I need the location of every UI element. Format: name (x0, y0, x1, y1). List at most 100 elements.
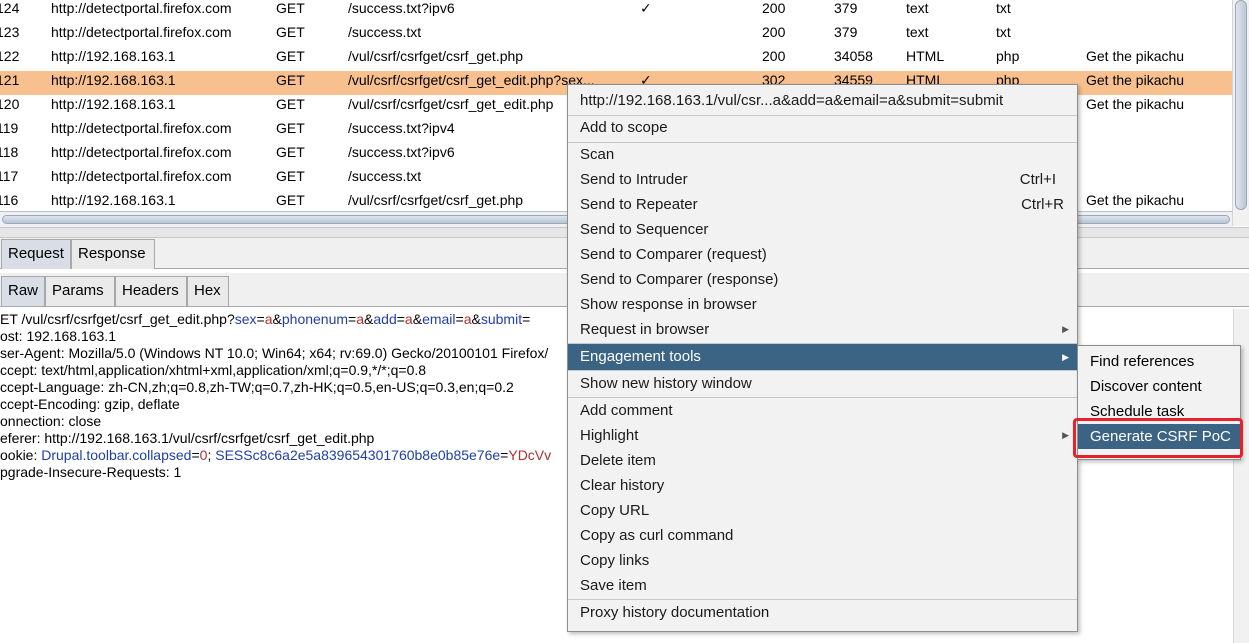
row-url: /vul/csrf/csrfget/csrf_get.php (348, 48, 524, 64)
menu-item-add-comment[interactable]: Add comment (568, 398, 1077, 423)
row-number: 123 (0, 24, 20, 40)
row-method: GET (276, 168, 305, 184)
menu-item-url: http://192.168.163.1/vul/csr...a&add=a&e… (568, 88, 1077, 113)
menu-item-copy-as-curl[interactable]: Copy as curl command (568, 523, 1077, 548)
vertical-scrollbar-thumb[interactable] (1235, 0, 1247, 210)
menu-item-delete-item[interactable]: Delete item (568, 448, 1077, 473)
row-method: GET (276, 48, 305, 64)
submenu-arrow-icon: ▶ (1062, 430, 1069, 440)
row-url: /vul/csrf/csrfget/csrf_get_edit.php (348, 96, 554, 112)
menu-item-label: Engagement tools (580, 348, 701, 365)
menu-item-save-item[interactable]: Save item (568, 573, 1077, 598)
menu-item-send-to-comparer-request[interactable]: Send to Comparer (request) (568, 242, 1077, 267)
menu-item-send-to-intruder[interactable]: Send to Intruder Ctrl+I (568, 167, 1077, 192)
menu-item-label: Request in browser (580, 321, 710, 338)
param-separator: & (364, 311, 374, 327)
menu-item-copy-url[interactable]: Copy URL (568, 498, 1077, 523)
row-url: /vul/csrf/csrfget/csrf_get_edit.php?sex.… (348, 72, 595, 88)
header-host: ost: 192.168.163.1 (0, 328, 116, 344)
cookie-prefix: ookie: (0, 447, 42, 463)
menu-item-label: Copy URL (580, 502, 650, 519)
row-number: 121 (0, 72, 20, 88)
param-value: YDcVv (508, 447, 552, 463)
row-number: 124 (0, 0, 20, 16)
param-name: Drupal.toolbar.collapsed (41, 447, 192, 463)
menu-item-label: Proxy history documentation (580, 604, 770, 621)
menu-item-proxy-history-documentation[interactable]: Proxy history documentation (568, 600, 1077, 625)
tab-request[interactable]: Request (1, 239, 71, 269)
menu-item-request-in-browser[interactable]: Request in browser ▶ (568, 317, 1077, 342)
row-title: Get the pikachu (1086, 192, 1185, 208)
param-name: sex (234, 311, 257, 327)
row-method: GET (276, 96, 305, 112)
row-title: Get the pikachu (1086, 72, 1185, 88)
row-host: http://192.168.163.1 (51, 192, 176, 208)
row-method: GET (276, 144, 305, 160)
row-url: /vul/csrf/csrfget/csrf_get.php (348, 192, 524, 208)
menu-item-engagement-tools[interactable]: Engagement tools ▶ (568, 344, 1077, 370)
row-host: http://detectportal.firefox.com (51, 168, 232, 184)
row-status: 200 (762, 48, 786, 64)
menu-item-label: Add comment (580, 402, 673, 419)
menu-item-label: Add to scope (580, 119, 668, 136)
menu-item-send-to-comparer-response[interactable]: Send to Comparer (response) (568, 267, 1077, 292)
row-status: 200 (762, 0, 786, 16)
header-cookie: ookie: Drupal.toolbar.collapsed=0; SESSc… (0, 447, 551, 464)
submenu-item-discover-content[interactable]: Discover content (1078, 374, 1240, 399)
param-separator: & (471, 311, 481, 327)
menu-item-highlight[interactable]: Highlight ▶ (568, 423, 1077, 448)
menu-item-label: Clear history (580, 477, 665, 494)
tab-hex[interactable]: Hex (187, 276, 229, 306)
row-title: Get the pikachu (1086, 48, 1185, 64)
tab-params[interactable]: Params (45, 276, 115, 306)
row-number: 122 (0, 48, 20, 64)
param-name: SESSc8c6a2e5a839654301760b8e0b85e76e (215, 447, 501, 463)
row-length: 34058 (834, 48, 873, 64)
param-separator: = (191, 447, 200, 463)
submenu-item-find-references[interactable]: Find references (1078, 349, 1240, 374)
param-separator: = (396, 311, 405, 327)
row-extension: txt (996, 0, 1011, 16)
menu-item-show-new-history-window[interactable]: Show new history window (568, 371, 1077, 396)
row-method: GET (276, 72, 305, 88)
row-length: 379 (834, 24, 858, 40)
row-mime: text (906, 0, 929, 16)
menu-item-show-response-in-browser[interactable]: Show response in browser (568, 292, 1077, 317)
cookie-values: Drupal.toolbar.collapsed=0; SESSc8c6a2e5… (41, 447, 551, 463)
menu-item-scan[interactable]: Scan (568, 142, 1077, 167)
param-name: add (373, 311, 397, 327)
header-accept: ccept: text/html,application/xhtml+xml,a… (0, 362, 427, 378)
param-value: a (264, 311, 273, 327)
tab-raw[interactable]: Raw (1, 276, 45, 306)
row-number: 118 (0, 144, 19, 160)
menu-item-copy-links[interactable]: Copy links (568, 548, 1077, 573)
row-host: http://192.168.163.1 (51, 48, 176, 64)
menu-item-label: Save item (580, 577, 647, 594)
menu-item-clear-history[interactable]: Clear history (568, 473, 1077, 498)
param-separator: = (256, 311, 265, 327)
header-referer: eferer: http://192.168.163.1/vul/csrf/cs… (0, 430, 375, 446)
row-number: 119 (0, 120, 19, 136)
row-url: /success.txt?ipv6 (348, 144, 455, 160)
menu-item-label: Highlight (580, 427, 639, 444)
row-number: 120 (0, 96, 20, 112)
table-row[interactable]: 123 http://detectportal.firefox.com GET/su… (0, 23, 1232, 47)
menu-item-add-to-scope[interactable]: Add to scope (568, 115, 1077, 140)
submenu-item-label: Find references (1090, 353, 1195, 370)
row-host: http://192.168.163.1 (51, 72, 176, 88)
tab-headers[interactable]: Headers (115, 276, 187, 306)
menu-item-send-to-repeater[interactable]: Send to Repeater Ctrl+R (568, 192, 1077, 217)
row-status: 200 (762, 24, 786, 40)
menu-item-send-to-sequencer[interactable]: Send to Sequencer (568, 217, 1077, 242)
table-row[interactable]: 124 http://detectportal.firefox.com GET/su… (0, 0, 1232, 23)
row-length: 379 (834, 0, 858, 16)
row-url: /success.txt (348, 24, 422, 40)
table-row[interactable]: 122 http://192.168.163.1 GET/vul/csrf/csrf… (0, 47, 1232, 71)
param-separator: & (412, 311, 423, 327)
request-line: ET /vul/csrf/csrfget/csrf_get_edit.php?s… (0, 311, 530, 328)
header-connection: onnection: close (0, 413, 102, 429)
menu-item-label: Send to Comparer (request) (580, 246, 767, 263)
tab-response[interactable]: Response (71, 239, 155, 269)
row-method: GET (276, 120, 305, 136)
vertical-scrollbar[interactable] (1232, 0, 1249, 226)
